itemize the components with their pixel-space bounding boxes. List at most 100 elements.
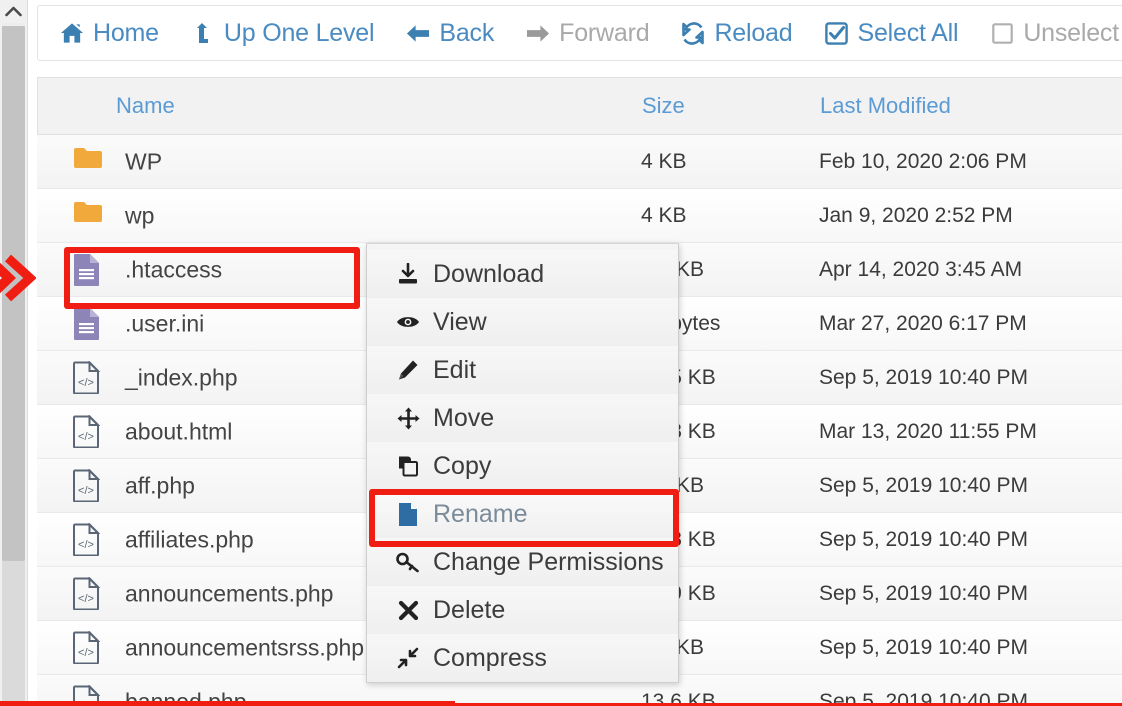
file-icon [73, 307, 103, 341]
code-file-icon: </> [73, 522, 103, 557]
toolbar-select-all-label: Select All [857, 18, 959, 47]
file-name: announcementsrss.php [125, 634, 365, 660]
svg-text:</>: </> [78, 431, 94, 443]
code-file-icon: </> [73, 468, 103, 503]
toolbar-unselect-button[interactable]: Unselect [974, 19, 1122, 48]
folder-icon [73, 145, 103, 179]
file-context-menu: Download View Edit Move Copy Rename Chan… [366, 243, 679, 683]
context-menu-item-compress[interactable]: Compress [367, 634, 678, 682]
file-name: .htaccess [125, 256, 223, 282]
toolbar-back-button[interactable]: Back [390, 19, 510, 48]
context-menu-item-edit[interactable]: Edit [367, 346, 678, 394]
file-modified: Apr 14, 2020 3:45 AM [819, 257, 1023, 281]
context-menu-item-rename[interactable]: Rename [367, 490, 678, 538]
file-name: wp [125, 202, 155, 228]
code-file-icon: </> [73, 576, 103, 611]
toolbar-home-button[interactable]: Home [38, 19, 175, 48]
context-menu-label: Download [433, 259, 545, 288]
file-name: affiliates.php [125, 526, 254, 552]
svg-text:</>: </> [78, 539, 94, 551]
eye-icon [395, 309, 421, 335]
svg-text:</>: </> [78, 647, 94, 659]
file-manager-toolbar: Home Up One Level Back Forward Reload Se… [37, 5, 1122, 61]
move-arrows-icon [395, 405, 421, 431]
scrollbar-thumb-lower[interactable] [2, 561, 25, 706]
column-header-name[interactable]: Name [116, 93, 175, 119]
folder-icon [73, 199, 103, 233]
file-icon [73, 253, 103, 287]
compress-icon [395, 645, 421, 671]
file-modified: Mar 27, 2020 6:17 PM [819, 311, 1027, 335]
file-modified: Sep 5, 2019 10:40 PM [819, 365, 1028, 389]
file-size: 4 KB [641, 149, 687, 173]
toolbar-forward-button[interactable]: Forward [510, 19, 665, 48]
context-menu-item-move[interactable]: Move [367, 394, 678, 442]
scroll-up-button[interactable] [0, 0, 27, 23]
file-modified: Jan 9, 2020 2:52 PM [819, 203, 1013, 227]
code-file-icon: </> [73, 414, 103, 449]
file-name: announcements.php [125, 580, 334, 606]
column-header-modified[interactable]: Last Modified [820, 93, 951, 119]
copy-icon [395, 453, 421, 479]
checkbox-checked-icon [824, 21, 848, 45]
rename-file-icon [395, 501, 421, 527]
vertical-scrollbar[interactable] [0, 0, 28, 706]
context-menu-label: Move [433, 403, 495, 432]
table-row[interactable]: wp 4 KB Jan 9, 2020 2:52 PM [37, 189, 1122, 243]
column-header-size[interactable]: Size [642, 93, 685, 119]
file-modified: Sep 5, 2019 10:40 PM [819, 581, 1028, 605]
context-menu-label: Rename [433, 499, 528, 528]
table-row[interactable]: WP 4 KB Feb 10, 2020 2:06 PM [37, 135, 1122, 189]
checkbox-empty-icon [990, 21, 1014, 45]
file-name: about.html [125, 418, 233, 444]
file-modified: Feb 10, 2020 2:06 PM [819, 149, 1027, 173]
context-menu-label: Delete [433, 595, 506, 624]
context-menu-item-delete[interactable]: Delete [367, 586, 678, 634]
svg-text:</>: </> [78, 593, 94, 605]
file-modified: Sep 5, 2019 10:40 PM [819, 527, 1028, 551]
key-icon [395, 549, 421, 575]
toolbar-reload-label: Reload [714, 18, 793, 47]
pencil-icon [395, 357, 421, 383]
scrollbar-thumb[interactable] [2, 26, 25, 561]
file-modified: Sep 5, 2019 10:40 PM [819, 635, 1028, 659]
file-modified: Sep 5, 2019 10:40 PM [819, 473, 1028, 497]
toolbar-unselect-label: Unselect [1023, 18, 1119, 47]
file-modified: Mar 13, 2020 11:55 PM [819, 419, 1037, 443]
x-cross-icon [395, 597, 421, 623]
context-menu-item-download[interactable]: Download [367, 250, 678, 298]
file-size: 4 KB [641, 203, 687, 227]
file-manager-panel: Home Up One Level Back Forward Reload Se… [28, 0, 1122, 706]
context-menu-label: Edit [433, 355, 477, 384]
toolbar-back-label: Back [439, 18, 495, 47]
home-icon [60, 21, 84, 45]
svg-text:</>: </> [78, 377, 94, 389]
toolbar-up-one-level-label: Up One Level [223, 18, 375, 47]
context-menu-item-view[interactable]: View [367, 298, 678, 346]
context-menu-item-change-permissions[interactable]: Change Permissions [367, 538, 678, 586]
annotation-bottom-bar [0, 701, 455, 706]
file-name: .user.ini [125, 310, 205, 336]
arrow-right-icon [526, 21, 550, 45]
toolbar-up-one-level-button[interactable]: Up One Level [175, 19, 390, 48]
file-name: WP [125, 148, 163, 174]
file-manager-window: Home Up One Level Back Forward Reload Se… [0, 0, 1122, 706]
toolbar-forward-label: Forward [559, 18, 650, 47]
context-menu-item-copy[interactable]: Copy [367, 442, 678, 490]
context-menu-label: Copy [433, 451, 492, 480]
reload-icon [681, 21, 705, 45]
toolbar-reload-button[interactable]: Reload [665, 19, 808, 48]
arrow-left-icon [406, 21, 430, 45]
context-menu-label: View [433, 307, 487, 336]
file-name: aff.php [125, 472, 195, 498]
up-level-icon [191, 21, 215, 45]
context-menu-label: Compress [433, 643, 547, 672]
file-name: _index.php [125, 364, 238, 390]
svg-text:</>: </> [78, 485, 94, 497]
toolbar-select-all-button[interactable]: Select All [808, 19, 974, 48]
toolbar-home-label: Home [93, 18, 159, 47]
code-file-icon: </> [73, 360, 103, 395]
table-header-row: Name Size Last Modified [37, 77, 1122, 135]
download-icon [395, 261, 421, 287]
code-file-icon: </> [73, 630, 103, 665]
